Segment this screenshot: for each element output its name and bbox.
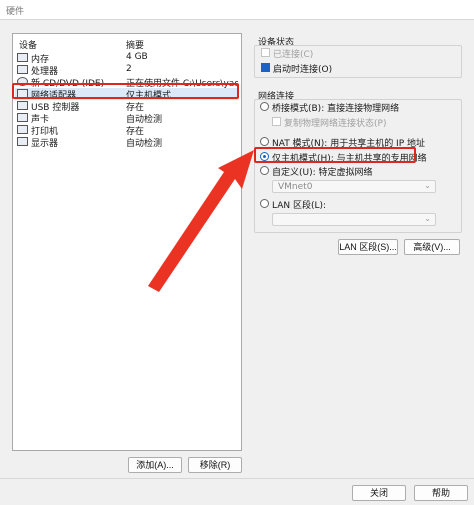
connected-label: 已连接(C) [273,50,314,60]
close-button[interactable]: 关闭 [352,485,406,501]
replicate-state-label: 复制物理网络连接状态(P) [284,119,387,129]
device-summary: 自动检测 [126,139,163,149]
display-icon [17,137,28,146]
chevron-down-icon: ⌄ [424,214,431,223]
highlight-host-only [254,147,416,163]
title-bar: 硬件 [0,0,474,20]
connected-checkbox[interactable] [261,48,270,57]
nat-radio[interactable] [260,137,269,146]
device-row-printer[interactable]: 打印机 存在 [15,124,239,137]
device-row-sound[interactable]: 声卡 自动检测 [15,112,239,125]
highlight-network-adapter [12,83,239,99]
device-summary: 4 GB [126,52,148,62]
add-button[interactable]: 添加(A)... [128,457,182,473]
custom-network-value: VMnet0 [278,182,313,192]
lan-segments-button[interactable]: LAN 区段(S)... [338,239,398,255]
bridged-radio[interactable] [260,102,269,111]
device-row-memory[interactable]: 内存 4 GB [15,52,239,65]
custom-label: 自定义(U): 特定虚拟网络 [272,168,373,178]
chevron-down-icon: ⌄ [424,181,431,190]
device-row-processor[interactable]: 处理器 2 [15,64,239,77]
lan-segment-select[interactable]: ⌄ [272,213,436,226]
memory-icon [17,53,28,62]
advanced-button[interactable]: 高级(V)... [404,239,460,255]
column-header-summary: 摘要 [126,41,145,51]
replicate-state-checkbox[interactable] [272,117,281,126]
device-row-usb[interactable]: USB 控制器 存在 [15,100,239,113]
custom-radio[interactable] [260,166,269,175]
remove-button[interactable]: 移除(R) [188,457,242,473]
custom-network-select[interactable]: VMnet0 ⌄ [272,180,436,193]
cpu-icon [17,65,28,74]
bridged-label: 桥接模式(B): 直接连接物理网络 [272,104,400,114]
window-title: 硬件 [6,7,25,17]
device-name: 显示器 [31,139,59,149]
printer-icon [17,125,28,134]
lan-segment-radio[interactable] [260,199,269,208]
device-summary: 2 [126,64,132,74]
lan-segment-label: LAN 区段(L): [272,201,327,211]
help-button[interactable]: 帮助 [414,485,468,501]
usb-icon [17,101,28,110]
device-row-display[interactable]: 显示器 自动检测 [15,136,239,149]
column-header-device: 设备 [19,41,38,51]
sound-icon [17,113,28,122]
connect-on-power-on-checkbox[interactable] [261,63,270,72]
connect-on-power-on-label: 启动时连接(O) [273,65,333,75]
